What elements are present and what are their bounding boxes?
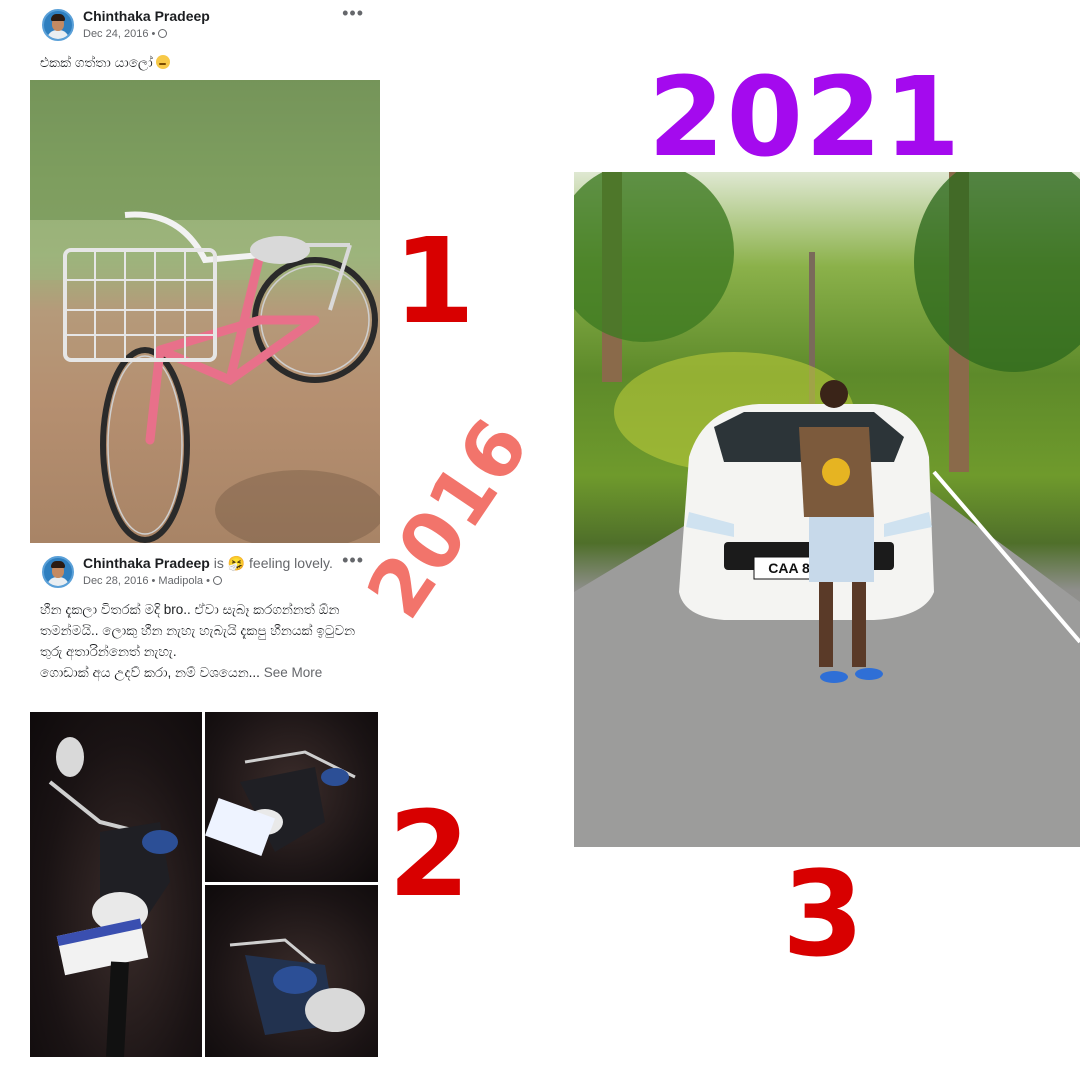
- author-name[interactable]: Chinthaka Pradeep: [83, 555, 210, 571]
- profile-avatar[interactable]: [42, 556, 74, 588]
- author-line: Chinthaka Pradeep is 🤧 feeling lovely.: [83, 555, 333, 572]
- year-2021-label: 2021: [648, 53, 963, 181]
- feeling-activity: is 🤧 feeling lovely.: [209, 555, 333, 571]
- globe-icon: [213, 576, 223, 585]
- facebook-post-1: Chinthaka Pradeep Dec 24, 2016 • ••• එකක…: [30, 3, 380, 73]
- post-meta: Dec 24, 2016 •: [83, 28, 168, 40]
- post-date[interactable]: Dec 24, 2016 •: [83, 28, 155, 40]
- bicycle-photo[interactable]: [30, 80, 380, 543]
- number-three-label: 3: [782, 845, 865, 983]
- motorcycle-photo-1[interactable]: [30, 712, 202, 1057]
- facebook-post-2: Chinthaka Pradeep is 🤧 feeling lovely. D…: [30, 550, 380, 683]
- post-header: Chinthaka Pradeep is 🤧 feeling lovely. D…: [30, 550, 380, 592]
- author-name[interactable]: Chinthaka Pradeep: [83, 8, 210, 24]
- post-text: එකක් ගත්තා යාලෝ: [30, 52, 380, 73]
- license-plate: CAA 8: [768, 560, 810, 576]
- bicycle-illustration: [30, 80, 380, 543]
- year-2016-label: 2016: [350, 403, 547, 635]
- emoji-icon: [156, 55, 171, 69]
- car-photo[interactable]: CAA 8: [574, 172, 1080, 847]
- post-meta: Dec 28, 2016 • Madipola •: [83, 575, 223, 587]
- post-text: හීන දැකලා විතරක් මදි bro.. ඒවා සැබෑ කරගන…: [40, 602, 356, 680]
- see-more-link[interactable]: See More: [264, 665, 323, 680]
- motorcycle-photo-2[interactable]: [205, 712, 378, 882]
- motorcycle-photo-3[interactable]: [205, 885, 378, 1057]
- post-date[interactable]: Dec 28, 2016 • Madipola •: [83, 575, 210, 587]
- number-two-label: 2: [388, 785, 471, 923]
- profile-avatar[interactable]: [42, 9, 74, 41]
- globe-icon: [158, 29, 168, 38]
- more-options-icon[interactable]: •••: [342, 3, 364, 24]
- post-header: Chinthaka Pradeep Dec 24, 2016 • •••: [30, 3, 380, 45]
- number-one-label: 1: [393, 212, 476, 350]
